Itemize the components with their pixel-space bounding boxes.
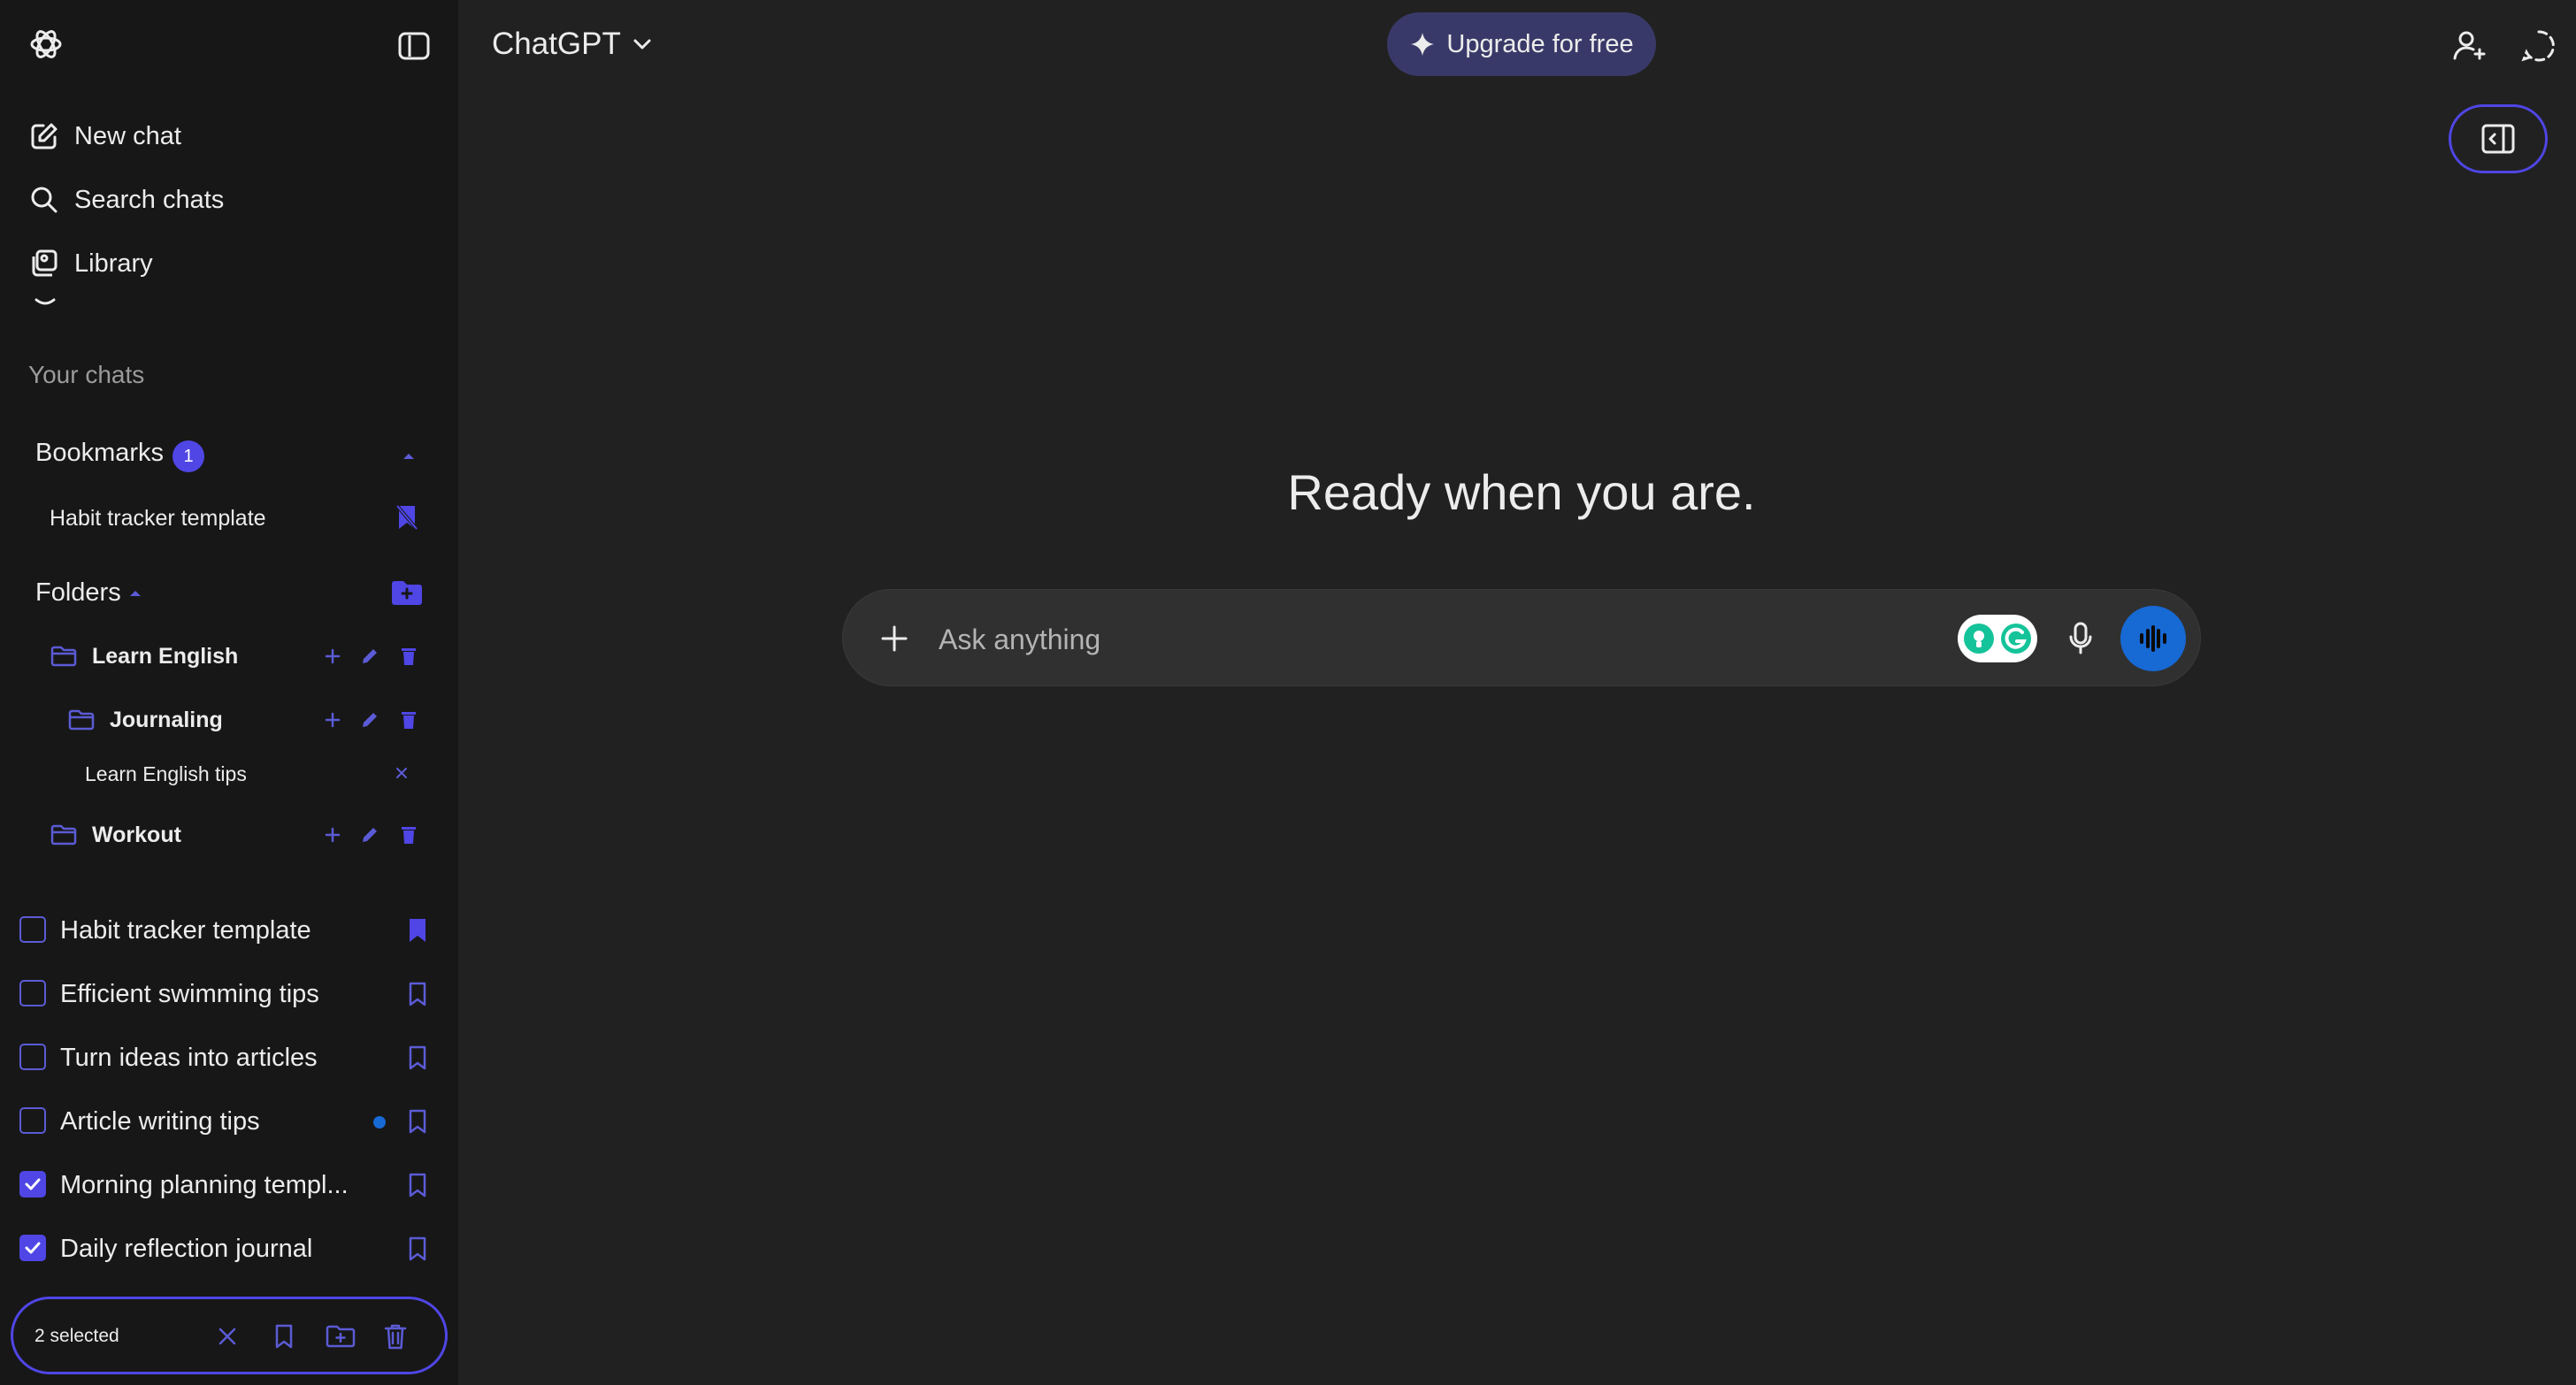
folder-add-chat-icon[interactable] xyxy=(322,824,343,846)
bookmark-icon[interactable] xyxy=(403,1235,432,1263)
folder-delete-icon[interactable] xyxy=(398,824,419,846)
chat-item[interactable]: Turn ideas into articles xyxy=(18,1031,442,1084)
bookmark-icon[interactable] xyxy=(403,1171,432,1199)
folder-add-chat-icon[interactable] xyxy=(322,646,343,667)
bookmark-icon[interactable] xyxy=(403,1107,432,1136)
waveform-icon xyxy=(2137,624,2169,653)
chat-checkbox[interactable] xyxy=(19,916,46,943)
voice-mode-button[interactable] xyxy=(2120,606,2186,671)
new-chat-button[interactable]: New chat xyxy=(18,108,442,165)
folder-delete-icon[interactable] xyxy=(398,709,419,731)
bookmarks-count-badge: 1 xyxy=(172,440,204,472)
move-to-folder-icon[interactable] xyxy=(325,1322,356,1351)
new-chat-label: New chat xyxy=(74,121,181,150)
bookmark-item-label: Habit tracker template xyxy=(50,506,266,531)
selected-count: 2 selected xyxy=(34,1326,119,1346)
temporary-chat-icon[interactable] xyxy=(2516,23,2562,69)
chat-title: Habit tracker template xyxy=(60,916,311,945)
clear-selection-icon[interactable] xyxy=(213,1322,242,1351)
more-items-icon xyxy=(32,295,58,308)
folder-rename-icon[interactable] xyxy=(359,709,380,731)
library-label: Library xyxy=(74,249,153,278)
folders-title-label: Folders xyxy=(35,578,121,607)
composer-input[interactable] xyxy=(937,616,1825,662)
chat-title: Daily reflection journal xyxy=(60,1235,313,1263)
composer xyxy=(842,589,2201,686)
microphone-icon[interactable] xyxy=(2060,618,2101,659)
add-person-icon[interactable] xyxy=(2447,23,2493,69)
chat-title: Turn ideas into articles xyxy=(60,1044,318,1072)
your-chats-label: Your chats xyxy=(28,361,145,388)
chat-title: Efficient swimming tips xyxy=(60,980,319,1008)
remove-from-folder-icon[interactable] xyxy=(393,764,410,782)
bookmarks-collapse-icon[interactable] xyxy=(398,446,419,467)
unread-indicator xyxy=(373,1116,386,1129)
side-panel-button[interactable] xyxy=(2449,104,2548,173)
edit-icon xyxy=(28,120,60,152)
bookmark-filled-icon[interactable] xyxy=(403,916,432,945)
chat-item[interactable]: Morning planning templ... xyxy=(18,1159,442,1212)
remove-bookmark-icon[interactable] xyxy=(393,503,421,532)
model-selector[interactable]: ChatGPT xyxy=(492,27,653,62)
chat-checkbox-checked[interactable] xyxy=(19,1235,46,1261)
grammarly-icon[interactable] xyxy=(1958,615,2037,662)
folder-workout[interactable]: Workout xyxy=(50,810,430,860)
sidebar: New chat Search chats Library Your chats… xyxy=(0,0,458,1385)
search-chats-button[interactable]: Search chats xyxy=(18,172,442,228)
folder-name: Journaling xyxy=(110,707,223,732)
folder-chat-item[interactable]: Learn English tips xyxy=(71,754,425,792)
chat-item[interactable]: Efficient swimming tips xyxy=(18,968,442,1021)
chevron-down-icon xyxy=(632,34,653,55)
chat-title: Article writing tips xyxy=(60,1107,260,1136)
bookmark-icon[interactable] xyxy=(403,1044,432,1072)
chat-item[interactable]: Article writing tips xyxy=(18,1095,442,1148)
bookmarks-title[interactable]: Bookmarks xyxy=(35,439,164,468)
chat-checkbox-checked[interactable] xyxy=(19,1171,46,1198)
chat-checkbox[interactable] xyxy=(19,980,46,1006)
chat-checkbox[interactable] xyxy=(19,1107,46,1134)
folder-rename-icon[interactable] xyxy=(359,646,380,667)
search-icon xyxy=(28,184,60,216)
folder-icon xyxy=(67,708,96,731)
chat-item[interactable]: Habit tracker template xyxy=(18,904,442,957)
library-icon xyxy=(28,248,60,279)
folder-chat-label: Learn English tips xyxy=(85,762,247,785)
chat-title: Morning planning templ... xyxy=(60,1171,349,1199)
bookmark-icon[interactable] xyxy=(403,980,432,1008)
panel-collapse-icon xyxy=(2480,123,2516,155)
folder-name: Learn English xyxy=(92,643,239,669)
folder-learn-english[interactable]: Learn English xyxy=(50,631,430,681)
bookmark-item[interactable]: Habit tracker template xyxy=(35,495,433,539)
sidebar-toggle-icon[interactable] xyxy=(393,25,435,67)
folder-delete-icon[interactable] xyxy=(398,646,419,667)
model-selector-label: ChatGPT xyxy=(492,27,621,61)
bookmark-selected-icon[interactable] xyxy=(270,1322,298,1351)
folder-add-chat-icon[interactable] xyxy=(322,709,343,731)
folder-journaling[interactable]: Journaling xyxy=(67,695,430,745)
folder-rename-icon[interactable] xyxy=(359,824,380,846)
delete-selected-icon[interactable] xyxy=(381,1322,410,1351)
folders-title[interactable]: Folders xyxy=(35,578,142,608)
new-folder-icon[interactable] xyxy=(389,577,425,608)
folder-icon xyxy=(50,645,78,668)
hero-heading: Ready when you are. xyxy=(1287,464,1756,520)
library-button[interactable]: Library xyxy=(18,235,442,292)
plus-icon[interactable] xyxy=(875,619,914,658)
folder-icon xyxy=(50,823,78,846)
chat-checkbox[interactable] xyxy=(19,1044,46,1070)
folders-collapse-icon xyxy=(128,588,142,599)
selection-bar: 2 selected xyxy=(11,1297,448,1374)
search-chats-label: Search chats xyxy=(74,185,225,214)
upgrade-label: Upgrade for free xyxy=(1446,29,1634,58)
openai-logo-icon[interactable] xyxy=(25,23,67,65)
folder-name: Workout xyxy=(92,822,181,847)
sparkle-icon xyxy=(1409,31,1436,57)
upgrade-button[interactable]: Upgrade for free xyxy=(1387,12,1656,76)
chat-item[interactable]: Daily reflection journal xyxy=(18,1222,442,1275)
